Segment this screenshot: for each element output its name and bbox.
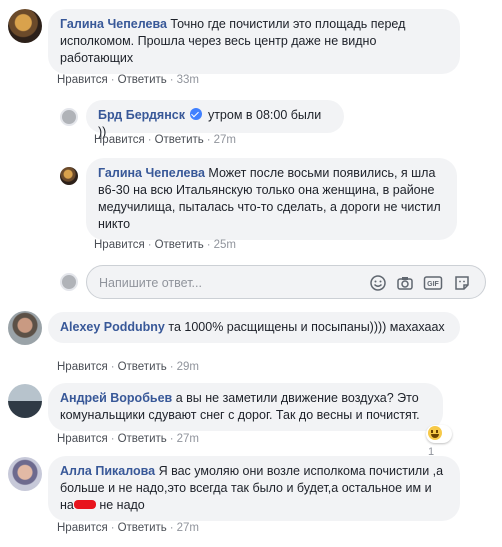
comment-author[interactable]: Брд Бердянск: [98, 108, 185, 122]
reply-link[interactable]: Ответить: [118, 522, 167, 534]
comment-author[interactable]: Андрей Воробьев: [60, 391, 172, 405]
reply-input[interactable]: [99, 274, 359, 292]
redaction-mark: [73, 500, 96, 509]
reply-link[interactable]: Ответить: [118, 361, 167, 373]
comment-author[interactable]: Галина Чепелева: [98, 166, 205, 180]
comment-bubble: Галина Чепелева Точно где почистили это …: [48, 9, 460, 74]
current-user-avatar: [60, 273, 78, 291]
comment-bubble: Алла Пикалова Я вас умоляю они возле исп…: [48, 456, 460, 521]
avatar[interactable]: [60, 167, 78, 185]
comment-time[interactable]: 29m: [177, 361, 199, 373]
camera-icon[interactable]: [396, 274, 414, 292]
comment-time[interactable]: 27m: [214, 134, 236, 146]
comment-actions: Нравится · Ответить · 25m: [94, 239, 236, 251]
gif-icon[interactable]: GIF: [423, 274, 443, 292]
comment-author[interactable]: Галина Чепелева: [60, 17, 167, 31]
reply-link[interactable]: Ответить: [118, 433, 167, 445]
like-link[interactable]: Нравится: [94, 134, 145, 146]
comment-bubble: Галина Чепелева Может после восьми появи…: [86, 158, 457, 240]
haha-reaction-icon: [428, 426, 442, 440]
comment-text: та 1000% расщищены и посыпаны)))) махаха…: [168, 320, 445, 334]
reply-link[interactable]: Ответить: [155, 239, 204, 251]
avatar[interactable]: [60, 108, 78, 126]
avatar[interactable]: [8, 9, 42, 43]
comment-actions: Нравится · Ответить · 27m: [57, 433, 199, 445]
like-link[interactable]: Нравится: [94, 239, 145, 251]
svg-text:GIF: GIF: [427, 281, 439, 288]
like-link[interactable]: Нравится: [57, 433, 108, 445]
verified-badge-icon: [190, 108, 203, 120]
avatar[interactable]: [8, 311, 42, 345]
like-link[interactable]: Нравится: [57, 361, 108, 373]
sticker-icon[interactable]: [453, 274, 471, 292]
comment-actions: Нравится · Ответить · 27m: [57, 522, 199, 534]
comment-actions: Нравится · Ответить · 33m: [57, 74, 199, 86]
reaction-summary[interactable]: 1: [426, 425, 452, 458]
comment-author[interactable]: Alexey Poddubny: [60, 320, 165, 334]
comment-actions: Нравится · Ответить · 29m: [57, 361, 199, 373]
comment-time[interactable]: 27m: [177, 522, 199, 534]
comment-author[interactable]: Алла Пикалова: [60, 464, 155, 478]
like-link[interactable]: Нравится: [57, 522, 108, 534]
reply-link[interactable]: Ответить: [155, 134, 204, 146]
comment-time[interactable]: 25m: [214, 239, 236, 251]
avatar[interactable]: [8, 384, 42, 418]
comment-bubble: Alexey Poddubny та 1000% расщищены и пос…: [48, 312, 460, 343]
like-link[interactable]: Нравится: [57, 74, 108, 86]
comment-bubble: Брд Бердянск утром в 08:00 были )): [86, 100, 344, 139]
reply-link[interactable]: Ответить: [118, 74, 167, 86]
reply-composer: GIF: [86, 265, 486, 299]
comment-bubble: Андрей Воробьев а вы не заметили движени…: [48, 383, 443, 431]
comment-actions: Нравится · Ответить · 27m: [94, 134, 236, 146]
comment-time[interactable]: 33m: [177, 74, 199, 86]
comment-time[interactable]: 27m: [177, 433, 199, 445]
emoji-icon[interactable]: [369, 274, 387, 292]
avatar[interactable]: [8, 457, 42, 491]
comment-text-end: не надо: [95, 498, 145, 512]
